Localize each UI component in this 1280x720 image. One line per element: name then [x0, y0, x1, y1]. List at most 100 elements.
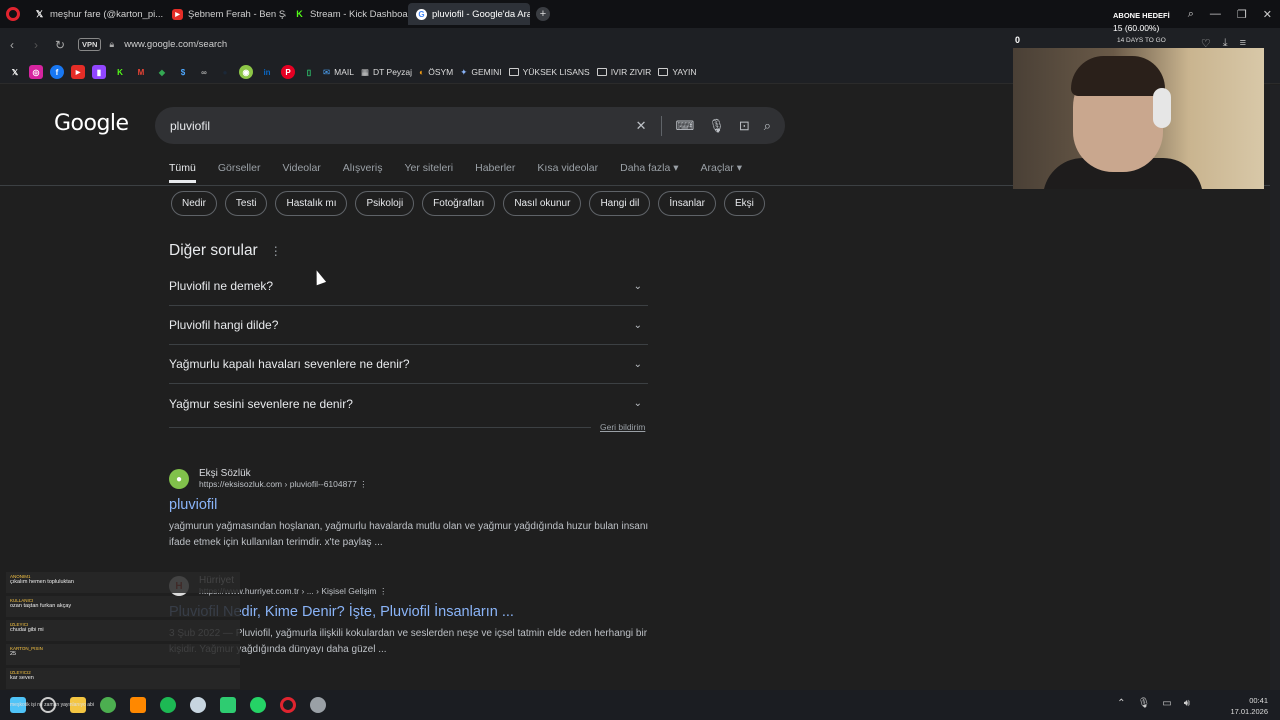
scrollbar[interactable] [1270, 85, 1280, 690]
paa-question[interactable]: Pluviofil ne demek? ⌄ [169, 267, 648, 306]
search-input[interactable]: pluviofil [170, 119, 636, 133]
chip[interactable]: Testi [224, 191, 268, 216]
result-snippet: yağmurun yağmasından hoşlanan, yağmurlu … [169, 521, 649, 548]
chip[interactable]: Ekşi [723, 191, 765, 216]
search-icon[interactable]: ⌕ [764, 118, 771, 134]
windows-taskbar: meşkotik işi ne zaman yayınlanıyo abi ⌃ … [0, 690, 1280, 720]
search-box[interactable]: pluviofil ✕ ⌨ 🎙︎ ⊡ ⌕ [155, 107, 785, 144]
google-logo[interactable]: Google [54, 111, 129, 136]
tab-more[interactable]: Daha fazla ▾ [620, 162, 678, 183]
steam-icon[interactable] [190, 697, 206, 713]
chip[interactable]: Hastalık mı [275, 191, 348, 216]
network-icon[interactable]: ▭ [1162, 698, 1171, 709]
app-icon[interactable] [220, 697, 236, 713]
new-tab-button[interactable]: + [536, 7, 550, 21]
tab-youtube[interactable]: ▶ Şebnem Ferah - Ben Şarkı... [164, 3, 286, 25]
tab-google-search[interactable]: G pluviofil - Google'da Ara [408, 3, 530, 25]
close-icon[interactable]: ✕ [1263, 8, 1272, 21]
tab-tools[interactable]: Araçlar ▾ [701, 162, 742, 183]
chip[interactable]: Fotoğrafları [422, 191, 496, 216]
maps-bookmark-icon[interactable]: ◆ [155, 65, 169, 79]
result-site[interactable]: Ekşi Sözlük [199, 468, 368, 479]
twitch-bookmark-icon[interactable]: ▮ [92, 65, 106, 79]
goal-zero: 0 [1015, 35, 1021, 45]
chevron-up-icon[interactable]: ⌃ [1117, 698, 1125, 709]
chip[interactable]: Hangi dil [589, 191, 651, 216]
tab-shopping[interactable]: Alışveriş [343, 162, 383, 183]
feedback-link[interactable]: Geri bildirim [600, 422, 645, 432]
goal-days: 14 DAYS TO GO [1117, 37, 1166, 44]
bookmark-ivir-zivir[interactable]: IVIR ZIVIR [596, 67, 651, 77]
microphone-icon[interactable]: 🎙︎ [1138, 698, 1151, 709]
system-clock[interactable]: 00:41 17.01.2026 [1230, 695, 1268, 717]
more-options-icon[interactable]: ⋮ [270, 244, 282, 258]
link-bookmark-icon[interactable]: ∞ [197, 65, 211, 79]
whatsapp-icon[interactable] [250, 697, 266, 713]
bookmark-osym[interactable]: ◐ ÖSYM [419, 67, 453, 77]
x-bookmark-icon[interactable]: 𝕏 [8, 65, 22, 79]
volume-icon[interactable]: 🔊︎ [1184, 698, 1190, 709]
chip[interactable]: İnsanlar [658, 191, 716, 216]
back-icon[interactable]: ‹ [0, 38, 24, 52]
chip[interactable]: Nedir [171, 191, 217, 216]
opera-taskbar-icon[interactable] [280, 697, 296, 713]
google-icon: G [416, 8, 427, 20]
microphone-icon[interactable]: 🎙︎ [708, 118, 725, 134]
bookmark-gemini[interactable]: ✦ GEMINI [460, 67, 501, 78]
more-options-icon[interactable]: ⋮ [359, 479, 368, 489]
settings-icon[interactable] [310, 697, 326, 713]
url-field[interactable]: www.google.com/search [124, 39, 227, 50]
lens-icon[interactable]: ⊡ [739, 118, 750, 134]
tab-all[interactable]: Tümü [169, 162, 196, 183]
kick-icon: K [296, 9, 303, 19]
linkedin-bookmark-icon[interactable]: in [260, 65, 274, 79]
instagram-bookmark-icon[interactable]: ◎ [29, 65, 43, 79]
vpn-badge[interactable]: VPN [78, 38, 102, 51]
tab-kick[interactable]: K Stream - Kick Dashboard [286, 3, 408, 25]
result-title[interactable]: Pluviofil Nedir, Kime Denir? İşte, Pluvi… [169, 604, 649, 620]
phone-bookmark-icon[interactable]: ▯ [302, 65, 316, 79]
peyzaj-icon: ▦ [360, 66, 369, 77]
xbox-icon[interactable] [100, 697, 116, 713]
forward-icon[interactable]: › [24, 38, 48, 52]
tab-images[interactable]: Görseller [218, 162, 261, 183]
result-url[interactable]: https://eksisozluk.com › pluviofil--6104… [199, 479, 368, 490]
paa-question[interactable]: Pluviofil hangi dilde? ⌄ [169, 306, 648, 345]
chip[interactable]: Nasıl okunur [503, 191, 582, 216]
vlc-icon[interactable] [130, 697, 146, 713]
bookmark-mail[interactable]: ✉ MAIL [323, 67, 354, 78]
more-options-icon[interactable]: ⋮ [379, 586, 388, 596]
paa-question[interactable]: Yağmurlu kapalı havaları sevenlere ne de… [169, 345, 648, 384]
kick-bookmark-icon[interactable]: K [113, 65, 127, 79]
paa-question[interactable]: Yağmur sesini sevenlere ne denir? ⌄ [169, 384, 648, 423]
lock-icon[interactable]: 🔒︎ [109, 39, 114, 50]
chip[interactable]: Psikoloji [355, 191, 415, 216]
chat-overlay: ANONIM1 çıkalım hemen topluluktan KULLANI… [6, 572, 240, 692]
opera-logo-icon[interactable] [6, 7, 20, 21]
bookmark-yayin[interactable]: YAYIN [658, 67, 697, 77]
tab-short-videos[interactable]: Kısa videolar [537, 162, 598, 183]
tab-news[interactable]: Haberler [475, 162, 515, 183]
pinterest-bookmark-icon[interactable]: P [281, 65, 295, 79]
divider [660, 115, 662, 136]
goal-title: ABONE HEDEFİ [1113, 11, 1170, 20]
clear-icon[interactable]: ✕ [636, 118, 647, 134]
spotify-icon[interactable] [160, 697, 176, 713]
tab-videos[interactable]: Videolar [282, 162, 320, 183]
reload-icon[interactable]: ↻ [48, 38, 72, 52]
result-title[interactable]: pluviofil [169, 497, 649, 513]
dollar-bookmark-icon[interactable]: $ [176, 65, 190, 79]
tab-sites[interactable]: Yer siteleri [404, 162, 453, 183]
keyboard-icon[interactable]: ⌨ [676, 118, 695, 134]
gecko-bookmark-icon[interactable]: ◉ [239, 65, 253, 79]
youtube-bookmark-icon[interactable]: ▶ [71, 65, 85, 79]
chevron-down-icon: ⌄ [633, 398, 642, 409]
tab-twitter[interactable]: 𝕏 meşhur fare (@karton_pi... [26, 3, 164, 25]
eksi-favicon-icon: ● [169, 469, 189, 489]
bookmark-yuksek-lisans[interactable]: YÜKSEK LISANS [508, 67, 590, 77]
paa-list: Pluviofil ne demek? ⌄ Pluviofil hangi di… [169, 267, 648, 423]
gmail-bookmark-icon[interactable]: M [134, 65, 148, 79]
steam-bookmark-icon[interactable]: ● [218, 65, 232, 79]
facebook-bookmark-icon[interactable]: f [50, 65, 64, 79]
bookmark-dt-peyzaj[interactable]: ▦ DT Peyzaj [361, 67, 412, 78]
